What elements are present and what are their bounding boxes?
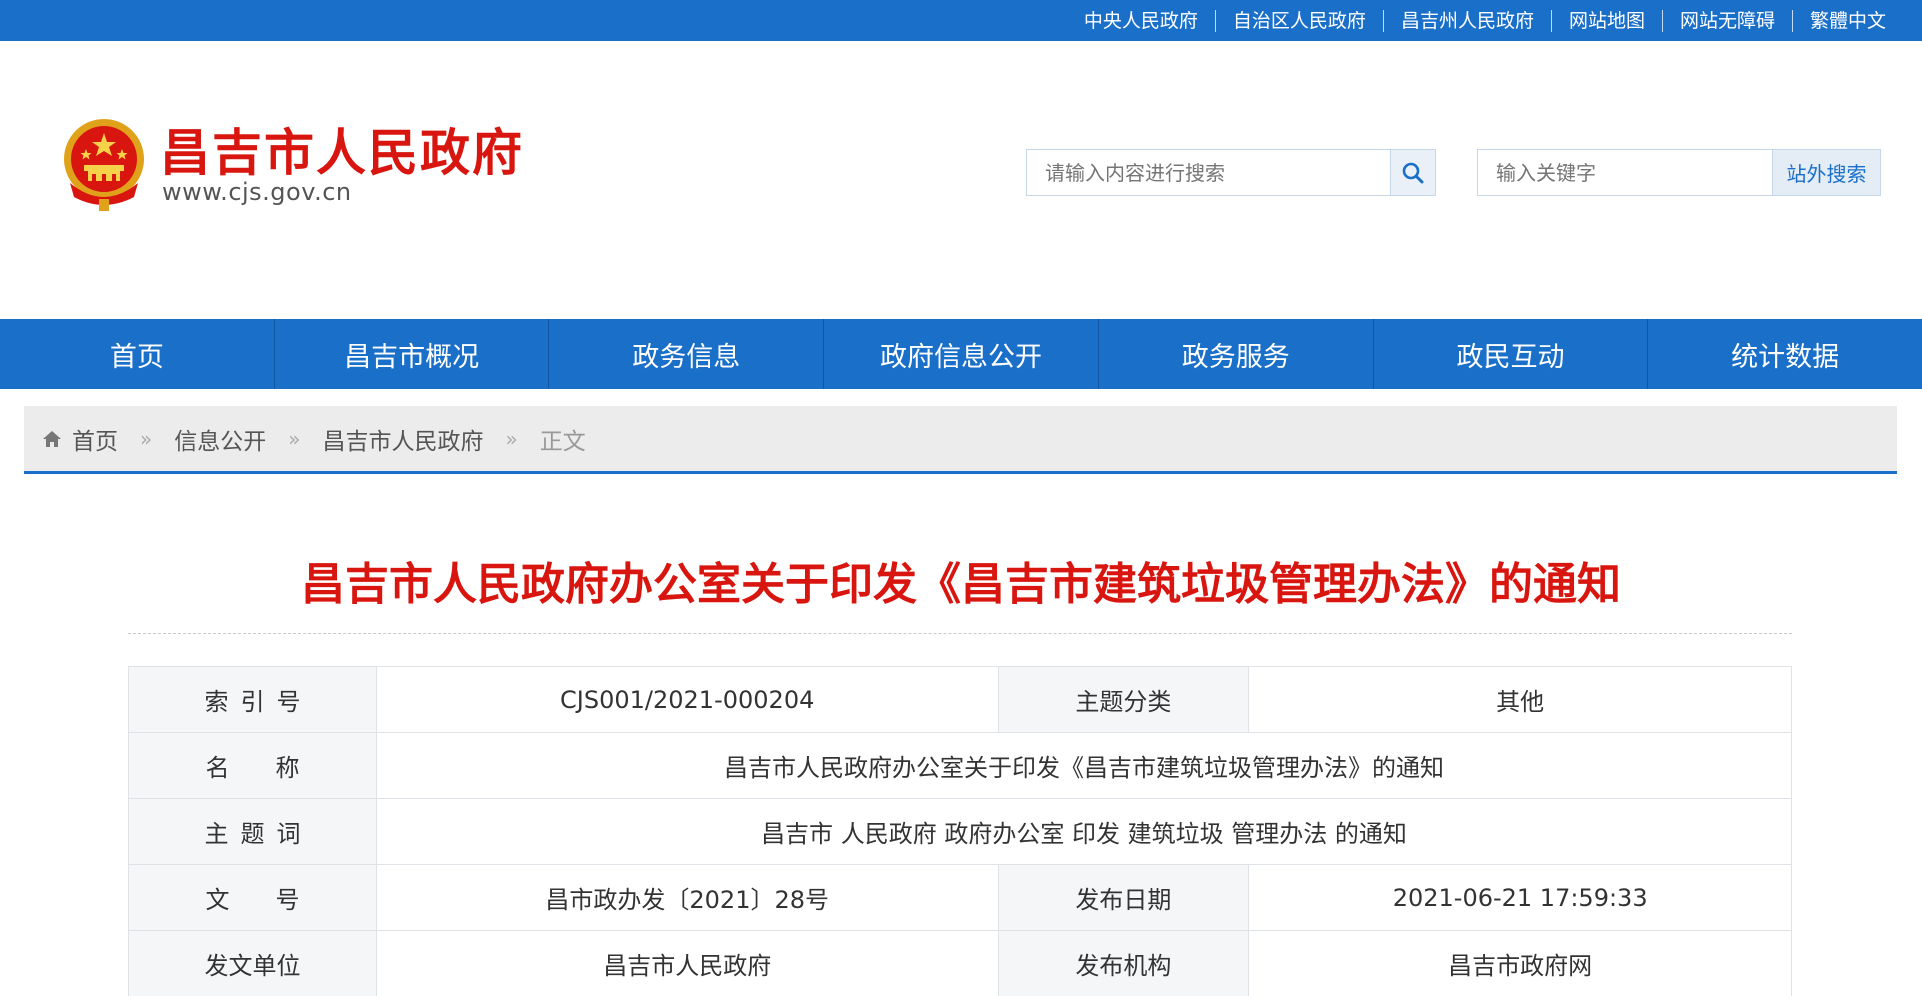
issuer-label: 发文单位 — [128, 930, 377, 996]
document-number-value: 昌市政办发〔2021〕28号 — [375, 864, 999, 931]
breadcrumb-city-government[interactable]: 昌吉市人民政府 — [323, 422, 484, 456]
publish-date-value: 2021-06-21 17:59:33 — [1248, 864, 1792, 931]
publish-date-label: 发布日期 — [997, 864, 1250, 931]
top-link-sitemap[interactable]: 网站地图 — [1550, 9, 1662, 32]
breadcrumb-information-disclosure[interactable]: 信息公开 — [174, 422, 266, 456]
home-icon — [43, 430, 61, 447]
breadcrumb-separator: » — [505, 426, 518, 451]
table-row: 发文单位 昌吉市人民政府 发布机构 昌吉市政府网 — [128, 930, 1792, 996]
breadcrumb-separator: » — [288, 426, 301, 451]
top-link-region-gov[interactable]: 自治区人民政府 — [1214, 9, 1383, 32]
top-link-traditional-chinese[interactable]: 繁體中文 — [1791, 9, 1903, 32]
site-url: www.cjs.gov.cn — [162, 178, 352, 206]
external-search-button[interactable]: 站外搜索 — [1772, 150, 1880, 195]
breadcrumb-home[interactable]: 首页 — [72, 422, 118, 456]
nav-home[interactable]: 首页 — [0, 319, 274, 389]
breadcrumb-current: 正文 — [539, 428, 586, 455]
site-search-button[interactable] — [1390, 150, 1435, 195]
nav-public-interaction[interactable]: 政民互动 — [1372, 319, 1648, 389]
issuer-value: 昌吉市人民政府 — [375, 930, 999, 996]
nav-government-services[interactable]: 政务服务 — [1097, 319, 1373, 389]
topic-label: 主题分类 — [997, 666, 1250, 733]
nav-government-affairs[interactable]: 政务信息 — [548, 319, 823, 389]
top-link-central-gov[interactable]: 中央人民政府 — [1067, 10, 1215, 32]
site-title[interactable]: 昌吉市人民政府 — [160, 113, 524, 185]
national-emblem-icon[interactable] — [60, 113, 148, 213]
table-row: 索引号 CJS001/2021-000204 主题分类 其他 — [128, 666, 1792, 733]
external-search: 站外搜索 — [1477, 149, 1881, 196]
name-value: 昌吉市人民政府办公室关于印发《昌吉市建筑垃圾管理办法》的通知 — [375, 732, 1793, 799]
site-search-input[interactable] — [1027, 150, 1390, 195]
table-row: 主题词 昌吉市 人民政府 政府办公室 印发 建筑垃圾 管理办法 的通知 — [128, 798, 1793, 865]
search-icon — [1402, 162, 1424, 183]
site-search — [1026, 149, 1436, 196]
keywords-value: 昌吉市 人民政府 政府办公室 印发 建筑垃圾 管理办法 的通知 — [375, 798, 1793, 865]
publisher-label: 发布机构 — [997, 930, 1250, 996]
index-label: 索引号 — [128, 666, 377, 733]
site-header: 昌吉市人民政府 www.cjs.gov.cn 站外搜索 — [0, 41, 1922, 319]
table-row: 文号 昌市政办发〔2021〕28号 发布日期 2021-06-21 17:59:… — [128, 864, 1792, 931]
top-links: 中央人民政府 自治区人民政府 昌吉州人民政府 网站地图 网站无障碍 繁體中文 — [1067, 0, 1903, 41]
document-metadata-table: 索引号 CJS001/2021-000204 主题分类 其他 名称 昌吉市人民政… — [128, 666, 1793, 996]
publisher-value: 昌吉市政府网 — [1248, 930, 1792, 996]
document-title: 昌吉市人民政府办公室关于印发《昌吉市建筑垃圾管理办法》的通知 — [301, 559, 1621, 610]
keywords-label: 主题词 — [128, 798, 377, 865]
top-link-prefecture-gov[interactable]: 昌吉州人民政府 — [1382, 9, 1551, 32]
nav-statistics[interactable]: 统计数据 — [1647, 319, 1922, 389]
main-nav: 首页 昌吉市概况 政务信息 政府信息公开 政务服务 政民互动 统计数据 — [0, 319, 1922, 389]
index-value: CJS001/2021-000204 — [375, 666, 999, 733]
document-number-label: 文号 — [128, 864, 377, 931]
breadcrumb-separator: » — [140, 426, 153, 451]
topic-value: 其他 — [1248, 666, 1792, 733]
table-row: 名称 昌吉市人民政府办公室关于印发《昌吉市建筑垃圾管理办法》的通知 — [128, 732, 1793, 799]
external-search-input[interactable] — [1478, 150, 1772, 195]
nav-city-overview[interactable]: 昌吉市概况 — [273, 319, 549, 389]
breadcrumb: 首页 » 信息公开 » 昌吉市人民政府 » 正文 — [24, 406, 1897, 474]
nav-information-disclosure[interactable]: 政府信息公开 — [823, 319, 1098, 389]
name-label: 名称 — [128, 732, 377, 799]
top-bar: 中央人民政府 自治区人民政府 昌吉州人民政府 网站地图 网站无障碍 繁體中文 — [0, 0, 1922, 41]
title-divider — [128, 633, 1792, 634]
top-link-accessibility[interactable]: 网站无障碍 — [1661, 9, 1792, 32]
